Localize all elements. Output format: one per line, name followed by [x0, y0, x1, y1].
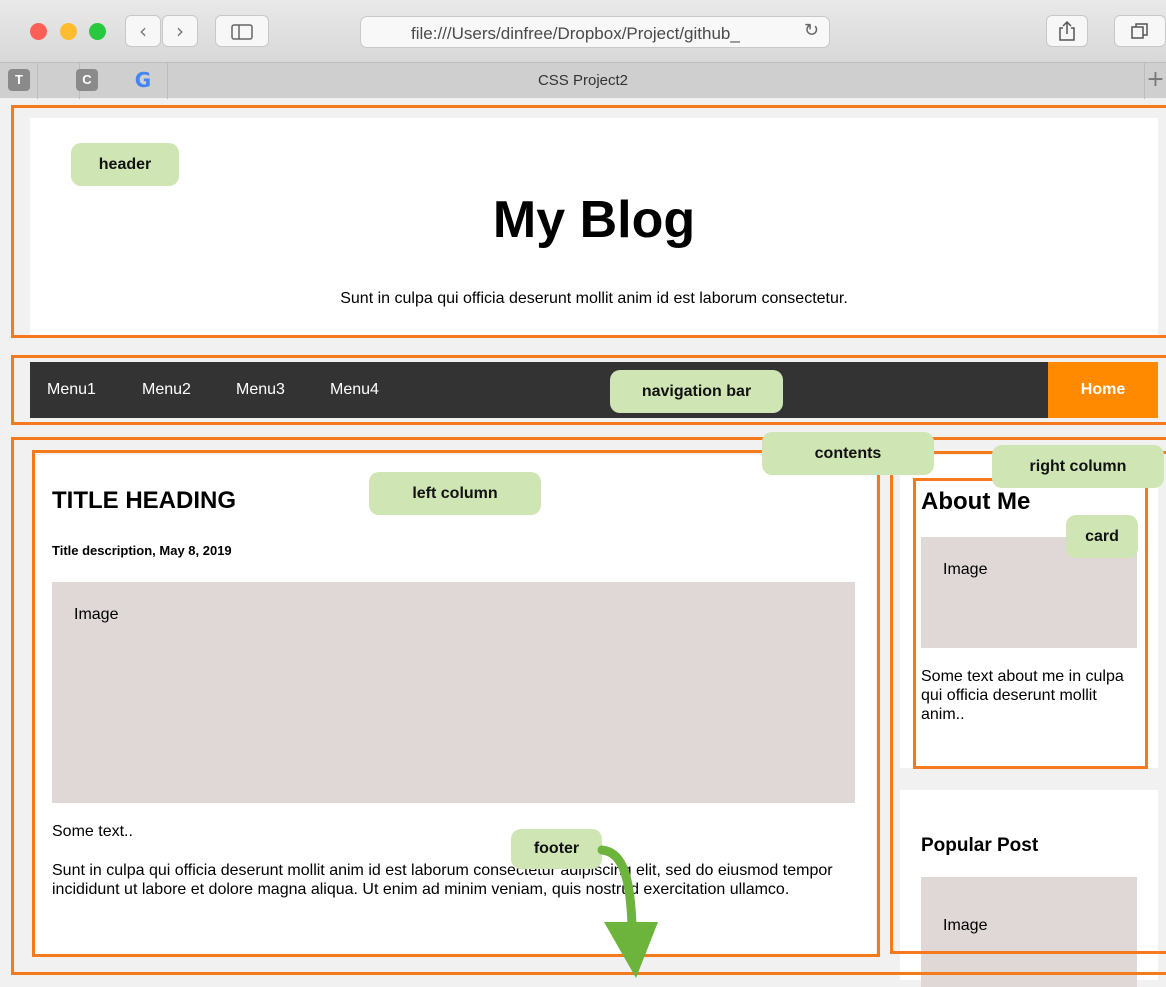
- address-bar[interactable]: file:///Users/dinfree/Dropbox/Project/gi…: [360, 16, 830, 48]
- close-window-button[interactable]: [30, 23, 47, 40]
- url-text[interactable]: file:///Users/dinfree/Dropbox/Project/gi…: [411, 24, 740, 44]
- left-column-outline: [32, 450, 880, 957]
- footer-arrow-icon: [597, 845, 658, 978]
- new-tab-button[interactable]: +: [1144, 63, 1166, 99]
- reload-icon[interactable]: ↻: [804, 20, 819, 41]
- right-column-tag: right column: [992, 445, 1164, 488]
- zoom-window-button[interactable]: [89, 23, 106, 40]
- chevron-right-icon: ›: [176, 19, 184, 43]
- header-outline: [11, 105, 1166, 338]
- chevron-left-icon: ‹: [139, 19, 147, 43]
- sidebar-icon: [231, 24, 253, 40]
- minimize-window-button[interactable]: [60, 23, 77, 40]
- contents-tag: contents: [762, 432, 934, 475]
- left-column-tag: left column: [369, 472, 541, 515]
- plus-icon: +: [1146, 67, 1165, 92]
- browser-toolbar: ‹ › file:///Users/dinfree/Dropbox/Projec…: [0, 0, 1166, 62]
- navigation-bar-outline: [11, 355, 1166, 425]
- tab-title[interactable]: CSS Project2: [0, 72, 1166, 89]
- navigation-bar-tag: navigation bar: [610, 370, 783, 413]
- tabs-icon: [1131, 23, 1148, 39]
- share-button[interactable]: [1046, 15, 1088, 47]
- card-tag: card: [1066, 515, 1138, 558]
- tab-bar: T C G CSS Project2 +: [0, 62, 1166, 99]
- footer-tag: footer: [511, 829, 602, 869]
- header-tag: header: [71, 143, 179, 186]
- share-icon: [1059, 20, 1075, 41]
- tab-overview-button[interactable]: [1114, 15, 1166, 47]
- browser-chrome: ‹ › file:///Users/dinfree/Dropbox/Projec…: [0, 0, 1166, 99]
- back-button[interactable]: ‹: [125, 15, 161, 47]
- sidebar-toggle-button[interactable]: [215, 15, 269, 47]
- forward-button[interactable]: ›: [162, 15, 198, 47]
